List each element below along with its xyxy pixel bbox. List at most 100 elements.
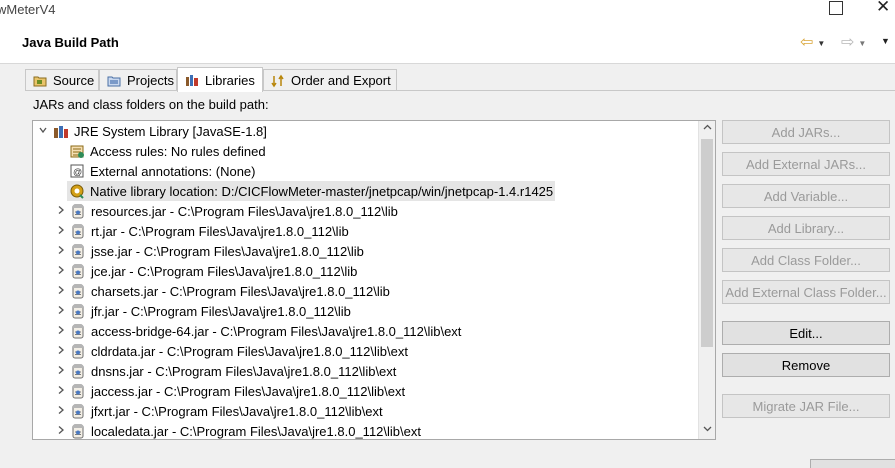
view-menu-icon[interactable]: ▼ — [881, 36, 890, 46]
scrollbar-thumb[interactable] — [701, 139, 713, 347]
tree-row-jar[interactable]: jaccess.jar - C:\Program Files\Java\jre1… — [55, 381, 405, 401]
scroll-down-icon[interactable] — [699, 422, 716, 439]
properties-header: Java Build Path ⇦ ▼ ⇨ ▼ ▼ — [0, 24, 895, 64]
tab-order-and-export[interactable]: Order and Export — [263, 69, 397, 91]
jar-file-icon — [70, 263, 86, 279]
tree-row-jre-system-library[interactable]: JRE System Library [JavaSE-1.8] — [37, 121, 267, 141]
expand-icon[interactable] — [55, 265, 67, 278]
tab-divider — [25, 90, 895, 91]
add-class-folder-button[interactable]: Add Class Folder... — [722, 248, 890, 272]
external-annotations-icon: @ — [69, 163, 85, 179]
libraries-description: JARs and class folders on the build path… — [33, 97, 269, 112]
add-library-button[interactable]: Add Library... — [722, 216, 890, 240]
jar-label: resources.jar - C:\Program Files\Java\jr… — [91, 203, 398, 219]
jar-file-icon — [70, 223, 86, 239]
expand-icon[interactable] — [55, 325, 67, 338]
tab-libraries-label: Libraries — [205, 72, 255, 88]
tree-row-jar[interactable]: dnsns.jar - C:\Program Files\Java\jre1.8… — [55, 361, 396, 381]
tab-projects[interactable]: Projects — [99, 69, 177, 91]
expand-icon[interactable] — [55, 245, 67, 258]
tree-row-jar[interactable]: charsets.jar - C:\Program Files\Java\jre… — [55, 281, 390, 301]
expand-icon[interactable] — [55, 425, 67, 438]
expand-icon[interactable] — [55, 305, 67, 318]
tab-libraries[interactable]: Libraries — [177, 67, 263, 92]
tree-row-external-annotations[interactable]: @ External annotations: (None) — [69, 161, 255, 181]
tree-row-jar[interactable]: localedata.jar - C:\Program Files\Java\j… — [55, 421, 421, 439]
add-external-jars-button[interactable]: Add External JARs... — [722, 152, 890, 176]
tree-row-jar[interactable]: resources.jar - C:\Program Files\Java\jr… — [55, 201, 398, 221]
maximize-icon[interactable] — [829, 1, 843, 15]
tab-source-label: Source — [53, 73, 95, 88]
jar-file-icon — [70, 343, 86, 359]
expand-icon[interactable] — [55, 345, 67, 358]
tree-row-jar[interactable]: jce.jar - C:\Program Files\Java\jre1.8.0… — [55, 261, 357, 281]
jar-label: jaccess.jar - C:\Program Files\Java\jre1… — [91, 383, 406, 399]
source-folder-icon — [33, 74, 47, 88]
tree-row-jar[interactable]: jfxrt.jar - C:\Program Files\Java\jre1.8… — [55, 401, 383, 421]
window-title: wMeterV4 — [0, 2, 56, 17]
expand-icon[interactable] — [55, 285, 67, 298]
external-annotations-label: External annotations: (None) — [90, 163, 256, 179]
expand-icon[interactable] — [55, 405, 67, 418]
apply-button-partial[interactable] — [810, 459, 895, 468]
jar-file-icon — [70, 203, 86, 219]
projects-icon — [107, 74, 121, 88]
expand-icon[interactable] — [55, 385, 67, 398]
tree-row-jar[interactable]: jfr.jar - C:\Program Files\Java\jre1.8.0… — [55, 301, 351, 321]
jar-label: cldrdata.jar - C:\Program Files\Java\jre… — [91, 343, 408, 359]
back-arrow-icon[interactable]: ⇦ — [800, 35, 813, 51]
order-export-icon — [271, 74, 285, 88]
jar-file-icon — [70, 283, 86, 299]
build-path-tree[interactable]: JRE System Library [JavaSE-1.8] Access r… — [32, 120, 716, 440]
jar-file-icon — [70, 363, 86, 379]
tree-row-native-library-location[interactable]: Native library location: D:/CICFlowMeter… — [67, 181, 556, 201]
jar-label: charsets.jar - C:\Program Files\Java\jre… — [91, 283, 390, 299]
jar-file-icon — [70, 243, 86, 259]
tree-row-access-rules[interactable]: Access rules: No rules defined — [69, 141, 266, 161]
add-variable-button[interactable]: Add Variable... — [722, 184, 890, 208]
native-library-label: Native library location: D:/CICFlowMeter… — [90, 183, 554, 199]
jre-system-library-label: JRE System Library [JavaSE-1.8] — [74, 123, 267, 139]
jar-label: jce.jar - C:\Program Files\Java\jre1.8.0… — [91, 263, 358, 279]
tree-row-jar[interactable]: cldrdata.jar - C:\Program Files\Java\jre… — [55, 341, 408, 361]
jar-label: jsse.jar - C:\Program Files\Java\jre1.8.… — [91, 243, 364, 259]
page-title: Java Build Path — [22, 35, 119, 50]
jar-file-icon — [70, 303, 86, 319]
access-rules-icon — [69, 143, 85, 159]
jar-file-icon — [70, 383, 86, 399]
add-jars-button[interactable]: Add JARs... — [722, 120, 890, 144]
library-icon — [53, 123, 69, 139]
jar-label: access-bridge-64.jar - C:\Program Files\… — [91, 323, 462, 339]
scroll-up-icon[interactable] — [699, 121, 716, 138]
svg-text:@: @ — [73, 167, 82, 177]
collapse-icon[interactable] — [37, 125, 49, 138]
add-external-class-folder-button[interactable]: Add External Class Folder... — [722, 280, 890, 304]
expand-icon[interactable] — [55, 205, 67, 218]
expand-icon[interactable] — [55, 365, 67, 378]
tab-source[interactable]: Source — [25, 69, 99, 91]
window-titlebar: wMeterV4 ✕ — [0, 0, 895, 24]
jar-file-icon — [70, 423, 86, 439]
forward-arrow-icon[interactable]: ⇨ — [841, 35, 854, 51]
jar-label: jfxrt.jar - C:\Program Files\Java\jre1.8… — [91, 403, 383, 419]
back-nav[interactable]: ⇦ ▼ — [800, 35, 825, 51]
migrate-jar-file-button[interactable]: Migrate JAR File... — [722, 394, 890, 418]
tree-scrollbar[interactable] — [698, 121, 715, 439]
tree-row-jar[interactable]: access-bridge-64.jar - C:\Program Files\… — [55, 321, 461, 341]
close-icon[interactable]: ✕ — [876, 0, 890, 17]
forward-dropdown-icon[interactable]: ▼ — [858, 39, 866, 48]
tree-row-jar[interactable]: jsse.jar - C:\Program Files\Java\jre1.8.… — [55, 241, 364, 261]
remove-button[interactable]: Remove — [722, 353, 890, 377]
jar-label: localedata.jar - C:\Program Files\Java\j… — [91, 423, 421, 439]
expand-icon[interactable] — [55, 225, 67, 238]
tab-projects-label: Projects — [127, 73, 174, 88]
access-rules-label: Access rules: No rules defined — [90, 143, 266, 159]
jar-file-icon — [70, 403, 86, 419]
edit-button[interactable]: Edit... — [722, 321, 890, 345]
jar-label: dnsns.jar - C:\Program Files\Java\jre1.8… — [91, 363, 397, 379]
back-dropdown-icon[interactable]: ▼ — [817, 39, 825, 48]
tree-row-jar[interactable]: rt.jar - C:\Program Files\Java\jre1.8.0_… — [55, 221, 349, 241]
jar-label: rt.jar - C:\Program Files\Java\jre1.8.0_… — [91, 223, 349, 239]
forward-nav[interactable]: ⇨ ▼ — [841, 35, 866, 51]
jar-label: jfr.jar - C:\Program Files\Java\jre1.8.0… — [91, 303, 351, 319]
